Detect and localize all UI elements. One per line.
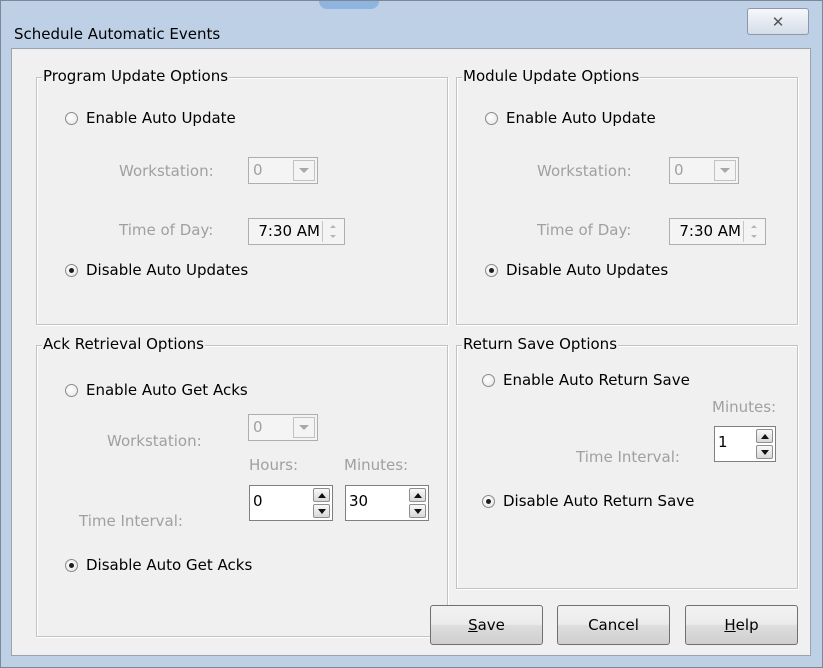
program-time-picker[interactable]: 7:30 AM xyxy=(248,218,345,245)
chevron-down-icon[interactable] xyxy=(293,160,315,181)
title-bar-glow xyxy=(319,1,379,9)
cancel-button[interactable]: Cancel xyxy=(557,605,670,645)
help-mnemonic: H xyxy=(724,616,736,634)
return-disable-radio[interactable] xyxy=(482,495,495,508)
module-enable-label[interactable]: Enable Auto Update xyxy=(506,109,656,127)
help-button[interactable]: Help xyxy=(685,605,798,645)
ack-minutes-stepper[interactable]: 30 xyxy=(345,485,429,521)
program-update-group: Program Update Options Enable Auto Updat… xyxy=(36,67,448,325)
radio-selected-dot xyxy=(489,268,494,273)
ack-workstation-label: Workstation: xyxy=(107,432,202,450)
ack-workstation-value: 0 xyxy=(253,418,263,436)
return-disable-label[interactable]: Disable Auto Return Save xyxy=(503,492,694,510)
ack-hours-value: 0 xyxy=(253,492,263,510)
program-workstation-value: 0 xyxy=(253,161,263,179)
spin-down-icon[interactable] xyxy=(756,445,773,459)
spin-down-icon xyxy=(750,235,757,239)
ack-workstation-select[interactable]: 0 xyxy=(248,414,318,441)
save-mnemonic: S xyxy=(468,616,478,634)
ack-interval-label: Time Interval: xyxy=(79,512,183,530)
save-button[interactable]: Save xyxy=(430,605,543,645)
program-workstation-label: Workstation: xyxy=(119,162,214,180)
return-save-title: Return Save Options xyxy=(462,335,619,353)
program-time-label: Time of Day: xyxy=(119,221,214,239)
close-button[interactable]: ✕ xyxy=(747,8,809,35)
ack-enable-radio[interactable] xyxy=(65,384,78,397)
return-minutes-stepper[interactable]: 1 xyxy=(714,426,776,462)
ack-hours-label: Hours: xyxy=(249,456,298,474)
close-icon: ✕ xyxy=(771,12,785,31)
help-label: elp xyxy=(735,616,759,634)
program-disable-label[interactable]: Disable Auto Updates xyxy=(86,261,248,279)
module-disable-radio[interactable] xyxy=(485,264,498,277)
return-save-group: Return Save Options Enable Auto Return S… xyxy=(456,335,798,589)
ack-hours-stepper[interactable]: 0 xyxy=(249,485,333,521)
chevron-down-icon[interactable] xyxy=(293,417,315,438)
spin-down-icon xyxy=(329,235,336,239)
radio-selected-dot xyxy=(69,268,74,273)
ack-retrieval-title: Ack Retrieval Options xyxy=(42,335,206,353)
module-workstation-select[interactable]: 0 xyxy=(669,157,739,184)
chevron-down-icon[interactable] xyxy=(714,160,736,181)
spin-up-icon[interactable] xyxy=(409,488,426,502)
program-workstation-select[interactable]: 0 xyxy=(248,157,318,184)
program-enable-label[interactable]: Enable Auto Update xyxy=(86,109,236,127)
ack-disable-label[interactable]: Disable Auto Get Acks xyxy=(86,556,252,574)
ack-minutes-value: 30 xyxy=(349,492,369,510)
dialog-client-area: Program Update Options Enable Auto Updat… xyxy=(11,48,811,656)
ack-enable-label[interactable]: Enable Auto Get Acks xyxy=(86,381,248,399)
spin-up-icon[interactable] xyxy=(313,488,330,502)
module-update-title: Module Update Options xyxy=(462,67,641,85)
module-disable-label[interactable]: Disable Auto Updates xyxy=(506,261,668,279)
program-update-title: Program Update Options xyxy=(42,67,230,85)
module-enable-radio[interactable] xyxy=(485,112,498,125)
return-interval-label: Time Interval: xyxy=(576,448,680,466)
radio-selected-dot xyxy=(486,499,491,504)
return-enable-label[interactable]: Enable Auto Return Save xyxy=(503,371,690,389)
return-minutes-value: 1 xyxy=(718,433,728,451)
spin-up-icon xyxy=(750,224,757,228)
ack-retrieval-group: Ack Retrieval Options Enable Auto Get Ac… xyxy=(36,335,448,637)
program-disable-radio[interactable] xyxy=(65,264,78,277)
save-label: ave xyxy=(477,616,505,634)
spin-down-icon[interactable] xyxy=(313,504,330,518)
module-time-label: Time of Day: xyxy=(537,221,632,239)
return-minutes-label: Minutes: xyxy=(712,398,777,416)
spin-down-icon[interactable] xyxy=(409,504,426,518)
cancel-label: Cancel xyxy=(588,616,639,634)
module-workstation-value: 0 xyxy=(674,161,684,179)
module-time-value: 7:30 AM xyxy=(679,222,741,240)
program-enable-radio[interactable] xyxy=(65,112,78,125)
return-enable-radio[interactable] xyxy=(482,374,495,387)
module-time-picker[interactable]: 7:30 AM xyxy=(669,218,766,245)
dialog-title: Schedule Automatic Events xyxy=(14,25,221,43)
program-time-spinner[interactable] xyxy=(322,221,342,242)
spin-up-icon[interactable] xyxy=(756,429,773,443)
radio-selected-dot xyxy=(69,563,74,568)
spin-up-icon xyxy=(329,224,336,228)
ack-disable-radio[interactable] xyxy=(65,559,78,572)
module-time-spinner[interactable] xyxy=(743,221,763,242)
module-workstation-label: Workstation: xyxy=(537,162,632,180)
ack-minutes-label: Minutes: xyxy=(344,456,409,474)
module-update-group: Module Update Options Enable Auto Update… xyxy=(456,67,798,325)
program-time-value: 7:30 AM xyxy=(258,222,320,240)
